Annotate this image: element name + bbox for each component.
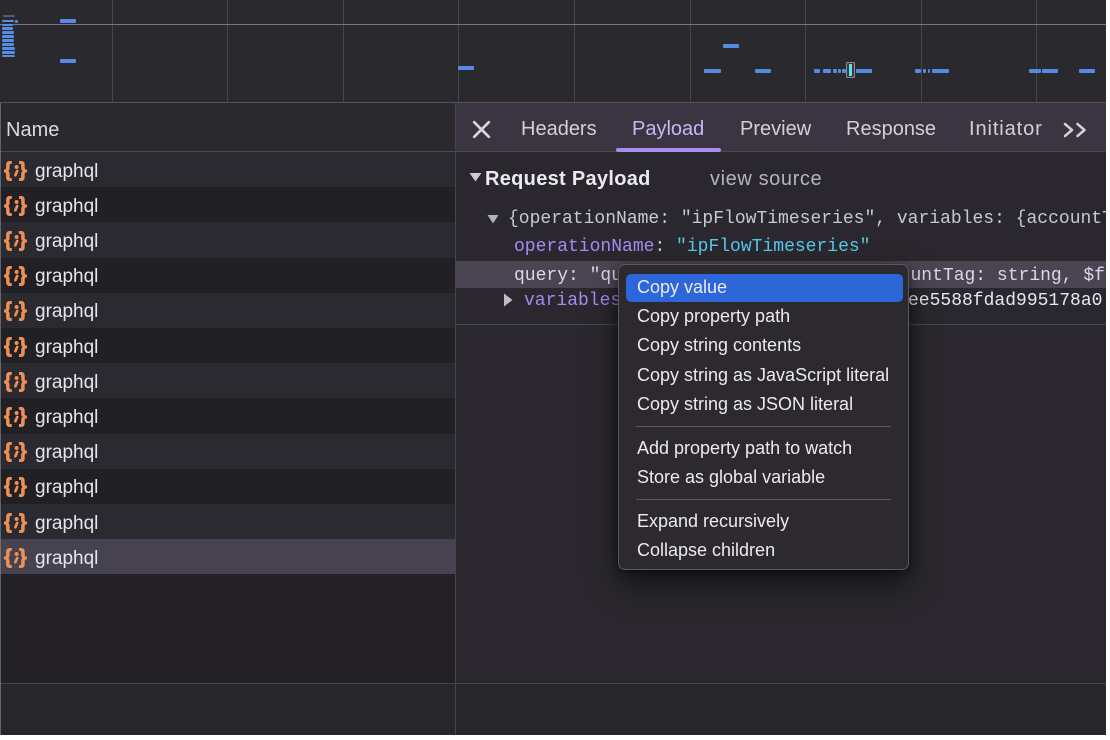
svg-text:}: } — [19, 370, 27, 392]
svg-text:{: { — [4, 511, 12, 533]
svg-text:}: } — [19, 511, 27, 533]
svg-text:}: } — [19, 441, 27, 463]
svg-text:{: { — [4, 370, 12, 392]
svg-text:{: { — [4, 476, 12, 498]
svg-text:}: } — [19, 300, 27, 322]
svg-text:{: { — [4, 405, 12, 427]
svg-text:{: { — [4, 194, 12, 216]
svg-text:{: { — [4, 335, 12, 357]
svg-text:{: { — [4, 159, 12, 181]
svg-text:{: { — [4, 265, 12, 287]
svg-text:}: } — [19, 546, 27, 568]
svg-text:{: { — [4, 441, 12, 463]
svg-text:}: } — [19, 194, 27, 216]
svg-text:}: } — [19, 159, 27, 181]
svg-text:{: { — [4, 300, 12, 322]
svg-text:}: } — [19, 229, 27, 251]
svg-text:}: } — [19, 476, 27, 498]
svg-text:}: } — [19, 265, 27, 287]
svg-text:}: } — [19, 335, 27, 357]
svg-text:{: { — [4, 229, 12, 251]
svg-text:}: } — [19, 405, 27, 427]
svg-text:{: { — [4, 546, 12, 568]
